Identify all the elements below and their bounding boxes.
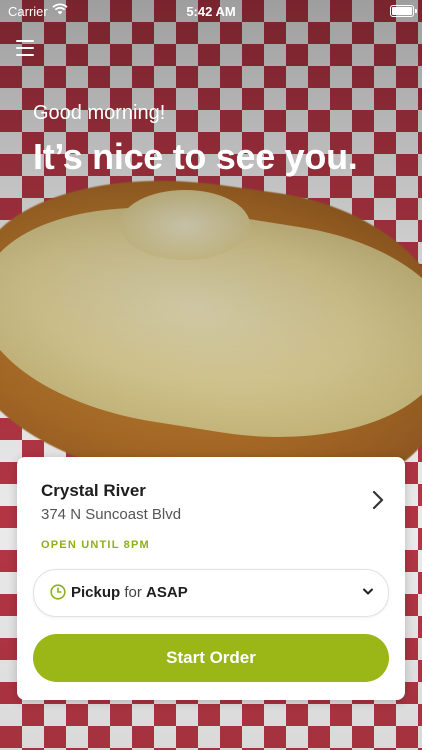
chevron-right-icon[interactable] [371, 489, 385, 511]
store-card: Crystal River 374 N Suncoast Blvd OPEN U… [17, 457, 405, 700]
order-time: ASAP [146, 584, 188, 601]
order-type-selector[interactable]: Pickup for ASAP [33, 569, 389, 617]
headline-text: It’s nice to see you. [33, 136, 358, 177]
home-screen: Carrier 5:42 AM Good morning! It’s nice … [0, 0, 422, 750]
status-time: 5:42 AM [186, 4, 236, 19]
chevron-down-icon [363, 588, 373, 595]
status-bar: Carrier 5:42 AM [0, 0, 422, 22]
start-order-button[interactable]: Start Order [33, 634, 389, 682]
clock-icon [50, 584, 66, 600]
store-name[interactable]: Crystal River [41, 481, 146, 501]
order-connector: for [124, 584, 142, 601]
store-address[interactable]: 374 N Suncoast Blvd [41, 506, 181, 523]
order-mode: Pickup [71, 584, 121, 601]
open-status-badge: OPEN UNTIL 8PM [41, 539, 150, 551]
order-type-text: Pickup for ASAP [71, 584, 188, 601]
hamburger-menu-icon[interactable] [16, 40, 34, 56]
battery-icon [390, 5, 417, 17]
greeting-text: Good morning! [33, 102, 166, 124]
